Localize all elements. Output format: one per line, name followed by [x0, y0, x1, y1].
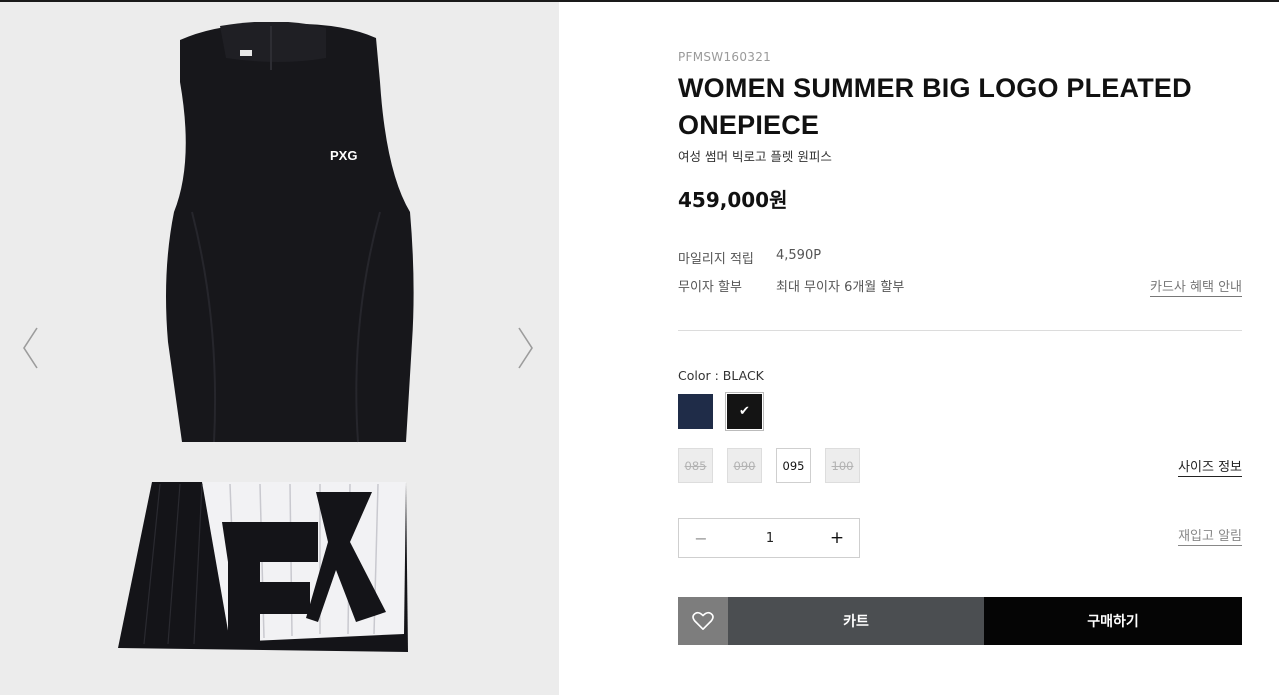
check-icon: ✔	[739, 404, 750, 419]
quantity-value[interactable]: 1	[723, 519, 817, 557]
installment-label: 무이자 할부	[678, 280, 742, 295]
installment-row: 무이자 할부 최대 무이자 6개월 할부 카드사 혜택 안내	[678, 276, 1242, 297]
product-image: PXG	[118, 22, 414, 652]
quantity-decrease-button[interactable]: −	[679, 519, 723, 557]
installment-value: 최대 무이자 6개월 할부	[776, 280, 905, 295]
next-image-button[interactable]	[514, 324, 538, 372]
heart-icon	[692, 611, 714, 630]
color-swatch-navy[interactable]	[678, 394, 713, 429]
prev-image-button[interactable]	[18, 324, 42, 372]
product-price: 459,000원	[678, 188, 788, 212]
size-info-link[interactable]: 사이즈 정보	[1178, 456, 1242, 477]
svg-text:PXG: PXG	[330, 148, 357, 163]
color-label: Color : BLACK	[678, 368, 764, 383]
quantity-increase-button[interactable]: +	[815, 519, 859, 557]
divider	[678, 330, 1242, 331]
product-sku: PFMSW160321	[678, 50, 772, 64]
size-option-100[interactable]: 100	[825, 448, 860, 483]
product-gallery: PXG	[0, 2, 559, 695]
size-option-095[interactable]: 095	[776, 448, 811, 483]
size-option-090[interactable]: 090	[727, 448, 762, 483]
wishlist-button[interactable]	[678, 597, 728, 645]
card-benefit-link[interactable]: 카드사 혜택 안내	[1150, 276, 1242, 297]
product-subtitle: 여성 썸머 빅로고 플렛 원피스	[678, 149, 832, 164]
size-option-085[interactable]: 085	[678, 448, 713, 483]
mileage-value: 4,590P	[776, 248, 822, 263]
chevron-left-icon	[23, 327, 38, 369]
color-swatch-black[interactable]: ✔	[725, 392, 764, 431]
chevron-right-icon	[518, 327, 533, 369]
cart-button[interactable]: 카트	[728, 597, 984, 645]
buy-now-button[interactable]: 구매하기	[984, 597, 1242, 645]
product-title: WOMEN SUMMER BIG LOGO PLEATED ONEPIECE	[678, 73, 1192, 140]
product-info-panel: PFMSW160321 WOMEN SUMMER BIG LOGO PLEATE…	[678, 0, 1242, 695]
mileage-row: 마일리지 적립 4,590P	[678, 248, 1242, 268]
quantity-stepper: − 1 +	[678, 518, 860, 558]
mileage-label: 마일리지 적립	[678, 252, 754, 267]
restock-alert-link[interactable]: 재입고 알림	[1178, 525, 1242, 546]
